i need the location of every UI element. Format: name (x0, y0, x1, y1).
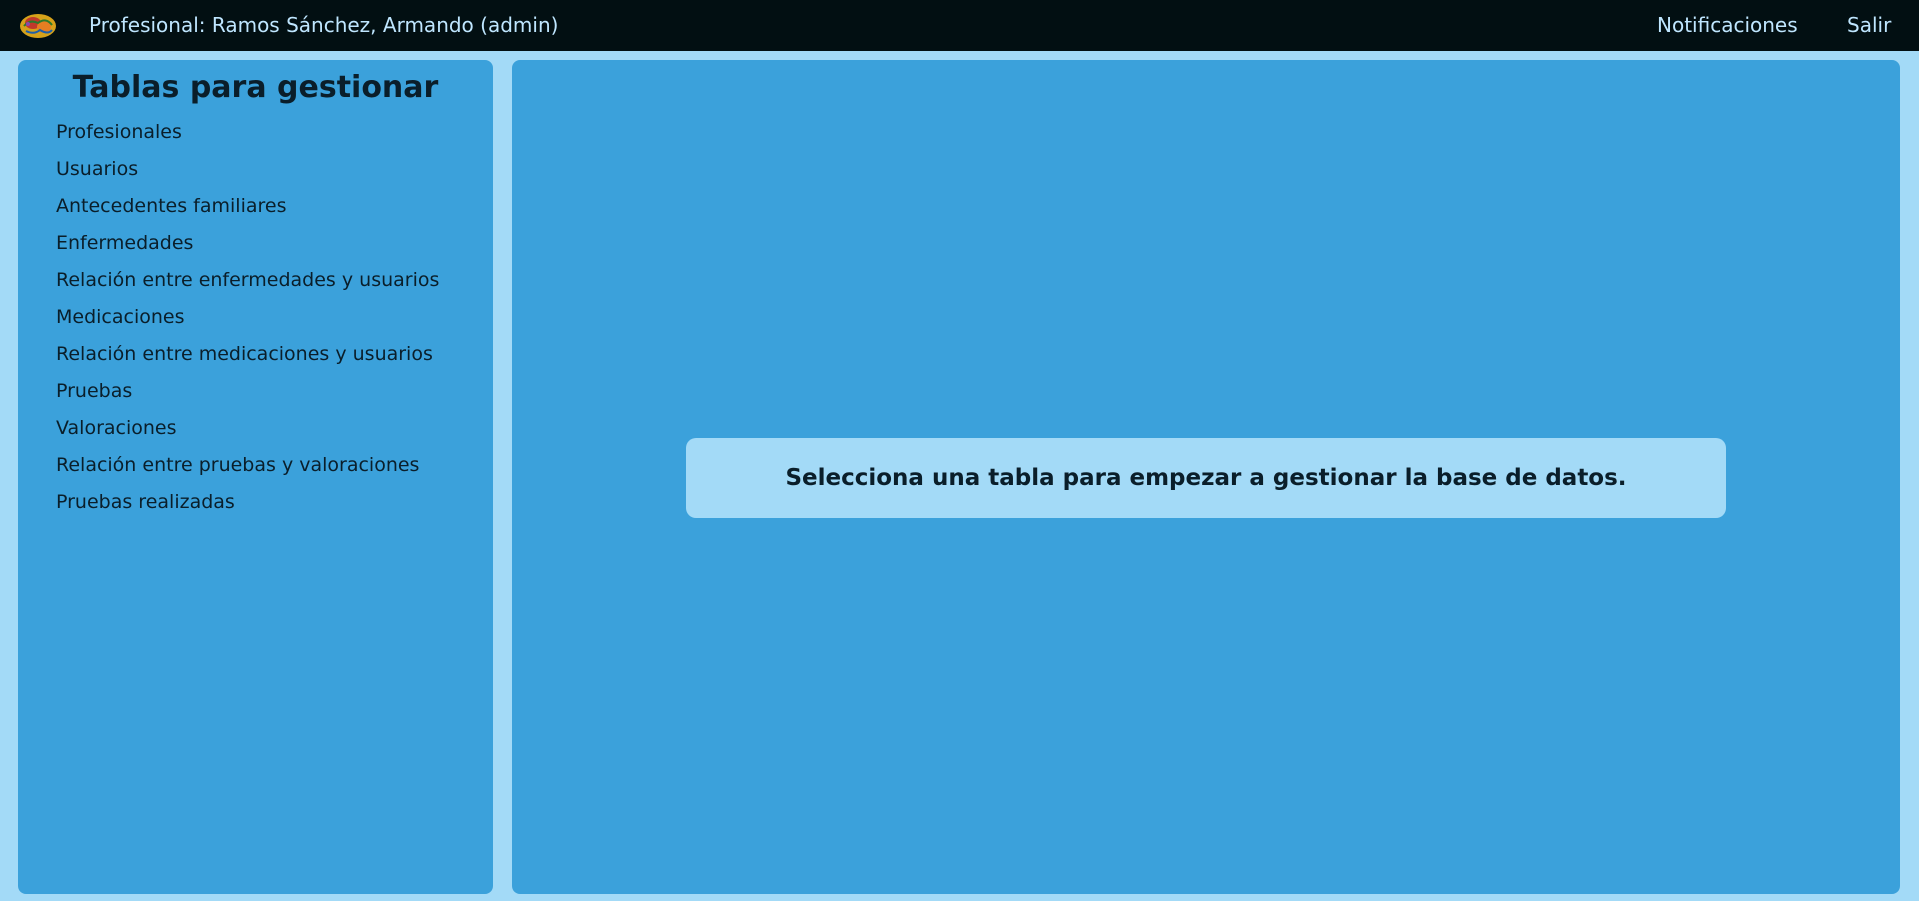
top-navbar: Profesional: Ramos Sánchez, Armando (adm… (0, 0, 1919, 51)
main-content: Selecciona una tabla para empezar a gest… (512, 60, 1900, 894)
sidebar-item-profesionales[interactable]: Profesionales (56, 117, 439, 154)
sidebar-item-medicaciones-usuarios[interactable]: Relación entre medicaciones y usuarios (56, 339, 439, 376)
tables-sidebar: Tablas para gestionar Profesionales Usua… (18, 60, 493, 894)
sidebar-item-antecedentes-familiares[interactable]: Antecedentes familiares (56, 191, 439, 228)
sidebar-item-pruebas-realizadas[interactable]: Pruebas realizadas (56, 487, 439, 524)
sidebar-item-pruebas-valoraciones[interactable]: Relación entre pruebas y valoraciones (56, 450, 439, 487)
sidebar-title: Tablas para gestionar (72, 70, 439, 105)
user-title: Profesional: Ramos Sánchez, Armando (adm… (89, 13, 559, 37)
notifications-link[interactable]: Notificaciones (1657, 0, 1798, 51)
sidebar-item-enfermedades-usuarios[interactable]: Relación entre enfermedades y usuarios (56, 265, 439, 302)
brain-icon[interactable] (18, 11, 58, 41)
info-message: Selecciona una tabla para empezar a gest… (785, 465, 1627, 491)
sidebar-item-enfermedades[interactable]: Enfermedades (56, 228, 439, 265)
sidebar-item-usuarios[interactable]: Usuarios (56, 154, 439, 191)
sidebar-item-pruebas[interactable]: Pruebas (56, 376, 439, 413)
sidebar-item-valoraciones[interactable]: Valoraciones (56, 413, 439, 450)
tables-list: Profesionales Usuarios Antecedentes fami… (56, 117, 439, 524)
logout-link[interactable]: Salir (1847, 0, 1891, 51)
info-message-box: Selecciona una tabla para empezar a gest… (686, 438, 1726, 518)
sidebar-item-medicaciones[interactable]: Medicaciones (56, 302, 439, 339)
